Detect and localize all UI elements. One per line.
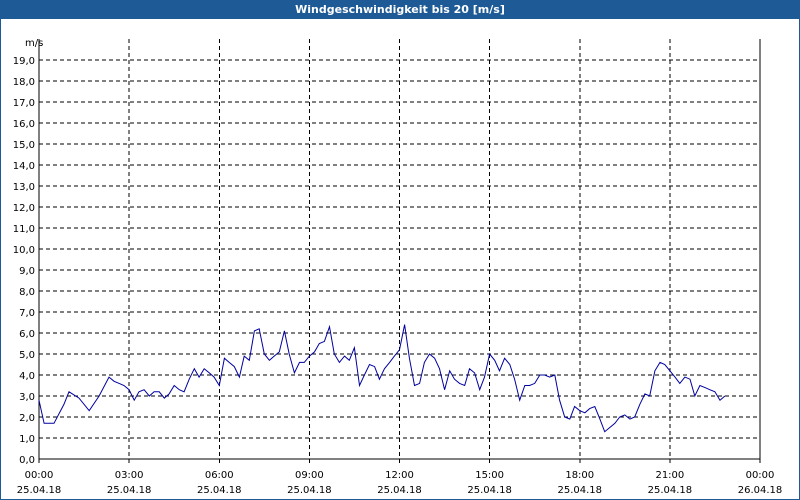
x-tick-time-label: 09:00: [295, 470, 324, 481]
x-tick-date-label: 25.04.18: [197, 485, 242, 496]
x-tick-date-label: 25.04.18: [557, 485, 602, 496]
wind-speed-series-line: [38, 324, 726, 433]
wind-speed-chart: m/s 0,0 1,0 2,0 3,0 4,0 5,0 6,0 7,0 8,0 9,0 10,0 11…: [13, 38, 783, 496]
window-title: Windgeschwindigkeit bis 20 [m/s]: [295, 3, 505, 16]
x-tick-time-label: 06:00: [205, 470, 234, 481]
y-tick-label: 6,0: [19, 329, 35, 340]
y-tick-label: 0,0: [19, 455, 35, 466]
x-tick-time-label: 18:00: [565, 470, 594, 481]
y-tick-label: 12,0: [13, 203, 35, 214]
x-tick-date-label: 25.04.18: [467, 485, 512, 496]
x-tick-time-label: 00:00: [25, 470, 54, 481]
y-tick-label: 5,0: [19, 350, 35, 361]
x-tick-time-label: 03:00: [115, 470, 144, 481]
y-tick-label: 9,0: [19, 266, 35, 277]
y-tick-label: 4,0: [19, 371, 35, 382]
x-tick-date-label: 25.04.18: [648, 485, 693, 496]
y-tick-label: 13,0: [13, 182, 35, 193]
x-tick-time-label: 00:00: [746, 470, 775, 481]
y-tick-label: 11,0: [13, 224, 35, 235]
x-tick-time-label: 12:00: [385, 470, 414, 481]
x-tick-time-label: 21:00: [655, 470, 684, 481]
y-tick-label: 2,0: [19, 413, 35, 424]
y-tick-label: 19,0: [13, 56, 35, 67]
y-tick-label: 3,0: [19, 392, 35, 403]
chart-window: Windgeschwindigkeit bis 20 [m/s] m/s 0,0…: [0, 0, 800, 500]
y-tick-label: 17,0: [13, 98, 35, 109]
y-tick-label: 16,0: [13, 119, 35, 130]
y-tick-label: 14,0: [13, 161, 35, 172]
y-tick-label: 10,0: [13, 245, 35, 256]
y-axis-unit-label: m/s: [25, 38, 43, 49]
chart-panel: m/s 0,0 1,0 2,0 3,0 4,0 5,0 6,0 7,0 8,0 9,0 10,0 11…: [1, 19, 799, 499]
x-tick-date-label: 25.04.18: [287, 485, 332, 496]
y-tick-label: 7,0: [19, 308, 35, 319]
x-tick-date-label: 25.04.18: [17, 485, 62, 496]
x-tick-date-label: 25.04.18: [107, 485, 152, 496]
y-tick-label: 1,0: [19, 434, 35, 445]
x-tick-date-label: 26.04.18: [738, 485, 783, 496]
y-tick-label: 18,0: [13, 77, 35, 88]
x-tick-time-label: 15:00: [475, 470, 504, 481]
y-tick-label: 8,0: [19, 287, 35, 298]
y-tick-label: 15,0: [13, 140, 35, 151]
x-tick-date-label: 25.04.18: [377, 485, 422, 496]
